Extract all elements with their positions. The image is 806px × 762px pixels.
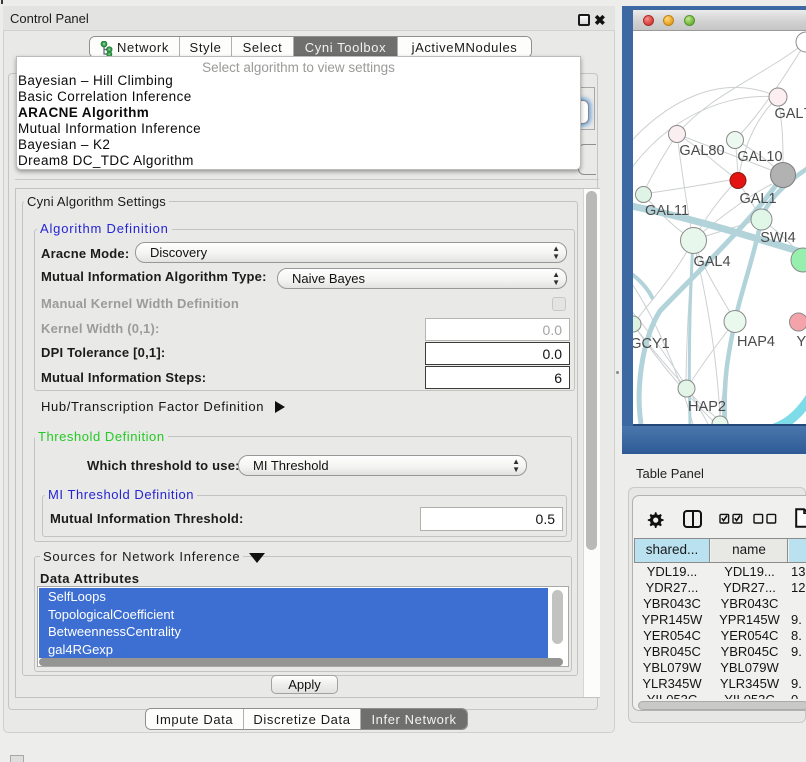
svg-text:GAL7: GAL7 [774,106,806,122]
svg-text:HAP2: HAP2 [688,399,726,415]
svg-text:GAL4: GAL4 [693,254,730,270]
svg-text:GAL1: GAL1 [739,191,776,207]
svg-text:YJ: YJ [797,334,806,350]
svg-text:SWI4: SWI4 [760,230,795,246]
svg-text:GCY1: GCY1 [633,336,670,352]
svg-text:GAL11: GAL11 [645,203,689,219]
svg-text:HAP4: HAP4 [737,334,775,350]
svg-text:GAL10: GAL10 [737,149,782,165]
svg-text:GAL80: GAL80 [679,143,724,159]
